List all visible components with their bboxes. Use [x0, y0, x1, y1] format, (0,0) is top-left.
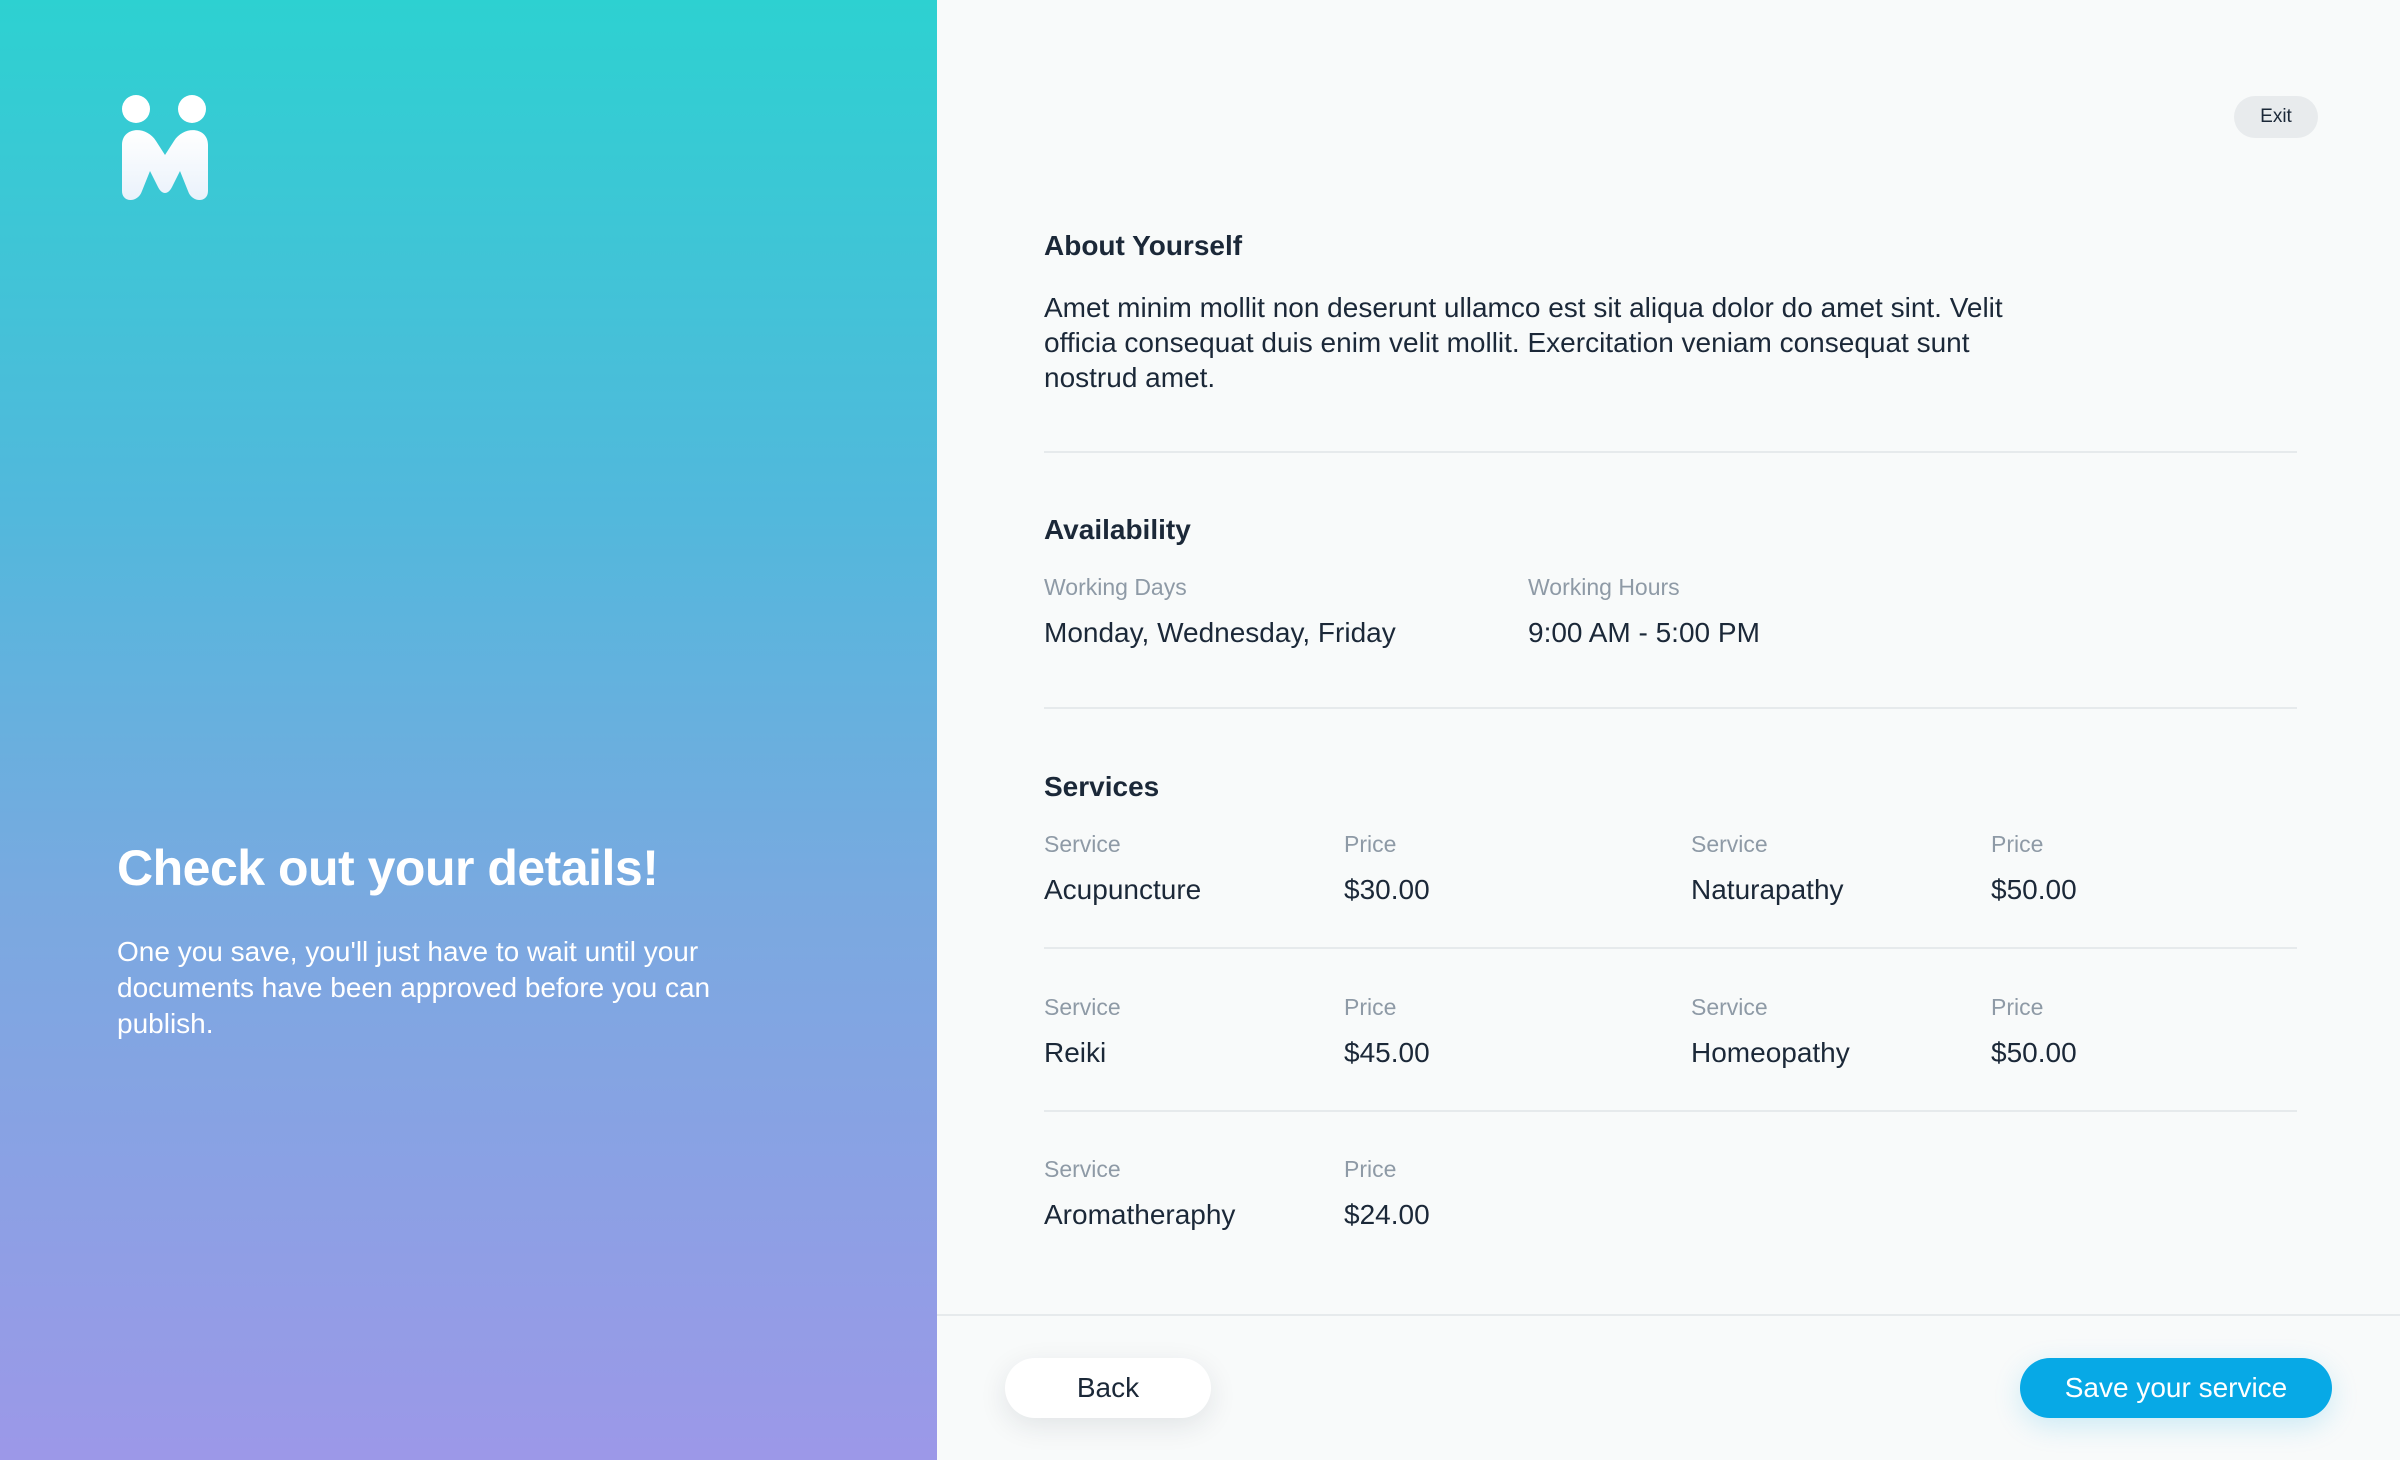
intro-title: Check out your details!	[117, 840, 659, 896]
intro-subtitle: One you save, you'll just have to wait u…	[117, 936, 711, 1039]
details-panel: Exit About Yourself Amet minim mollit no…	[937, 0, 2400, 1460]
service-label: Service	[1691, 831, 1768, 857]
working-days-label: Working Days	[1044, 574, 1187, 600]
service-name: Homeopathy	[1691, 1037, 1850, 1068]
services-title: Services	[1044, 771, 1160, 802]
divider	[1044, 947, 2297, 949]
service-label: Service	[1691, 994, 1768, 1020]
service-name: Naturapathy	[1691, 874, 1844, 905]
service-name: Aromatheraphy	[1044, 1199, 1236, 1230]
service-price: $50.00	[1991, 1037, 2077, 1068]
working-days-value: Monday, Wednesday, Friday	[1044, 617, 1396, 648]
about-text: Amet minim mollit non deserunt ullamco e…	[1044, 292, 2003, 393]
divider	[1044, 451, 2297, 453]
intro-panel: Check out your details! One you save, yo…	[0, 0, 937, 1460]
price-label: Price	[1344, 831, 1397, 857]
availability-title: Availability	[1044, 514, 1191, 545]
price-label: Price	[1991, 994, 2044, 1020]
about-title: About Yourself	[1044, 230, 1243, 261]
brand-logo-icon	[122, 95, 208, 200]
price-label: Price	[1344, 994, 1397, 1020]
footer-bar: Back Save your service	[937, 1314, 2400, 1460]
service-price: $45.00	[1344, 1037, 1430, 1068]
divider	[1044, 707, 2297, 709]
price-label: Price	[1344, 1156, 1397, 1182]
service-label: Service	[1044, 994, 1121, 1020]
service-label: Service	[1044, 831, 1121, 857]
service-name: Reiki	[1044, 1037, 1107, 1068]
service-price: $30.00	[1344, 874, 1430, 905]
service-price: $50.00	[1991, 874, 2077, 905]
service-label: Service	[1044, 1156, 1121, 1182]
service-price: $24.00	[1344, 1199, 1430, 1230]
back-button[interactable]: Back	[1005, 1358, 1211, 1418]
divider	[1044, 1110, 2297, 1112]
working-hours-value: 9:00 AM - 5:00 PM	[1528, 617, 1760, 648]
exit-button[interactable]: Exit	[2234, 96, 2318, 138]
service-name: Acupuncture	[1044, 874, 1202, 905]
price-label: Price	[1991, 831, 2044, 857]
save-service-button[interactable]: Save your service	[2020, 1358, 2332, 1418]
working-hours-label: Working Hours	[1528, 574, 1680, 600]
